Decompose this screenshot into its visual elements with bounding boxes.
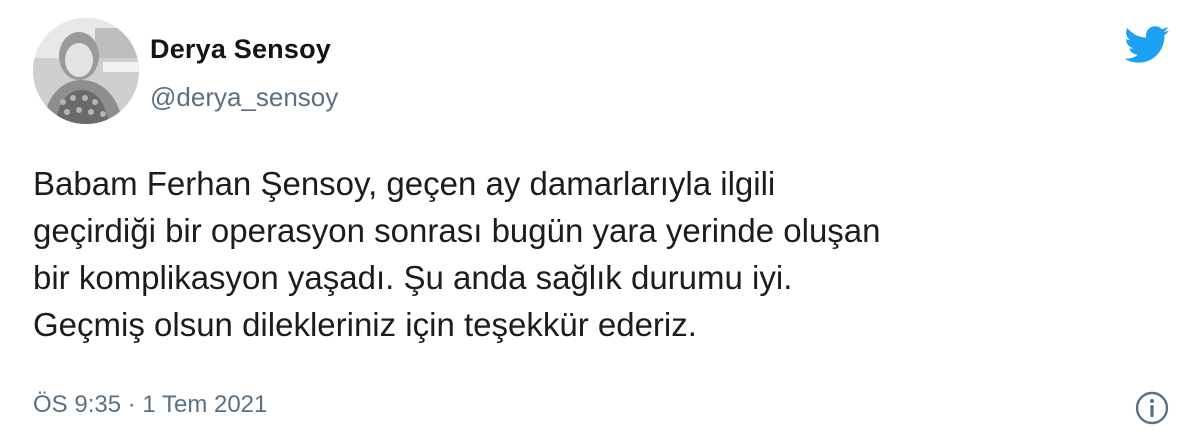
tweet-line: Geçmiş olsun dilekleriniz için teşekkür … — [33, 306, 697, 343]
tweet-text: Babam Ferhan Şensoy, geçen ay damarlarıy… — [33, 160, 1173, 348]
avatar-photo — [33, 18, 139, 124]
display-name[interactable]: Derya Sensoy — [150, 34, 331, 65]
twitter-bird-icon[interactable] — [1124, 26, 1170, 64]
avatar[interactable] — [33, 18, 139, 124]
tweet-timestamp[interactable]: ÖS 9:35 · 1 Tem 2021 — [33, 391, 267, 419]
tweet-line: bir komplikasyon yaşadı. Şu anda sağlık … — [33, 259, 793, 296]
info-icon[interactable] — [1134, 390, 1170, 426]
user-handle[interactable]: @derya_sensoy — [150, 82, 338, 113]
tweet-line: Babam Ferhan Şensoy, geçen ay damarlarıy… — [33, 165, 776, 202]
tweet-card: Derya Sensoy @derya_sensoy Babam Ferhan … — [0, 0, 1200, 436]
tweet-line: geçirdiği bir operasyon sonrası bugün ya… — [33, 212, 881, 249]
